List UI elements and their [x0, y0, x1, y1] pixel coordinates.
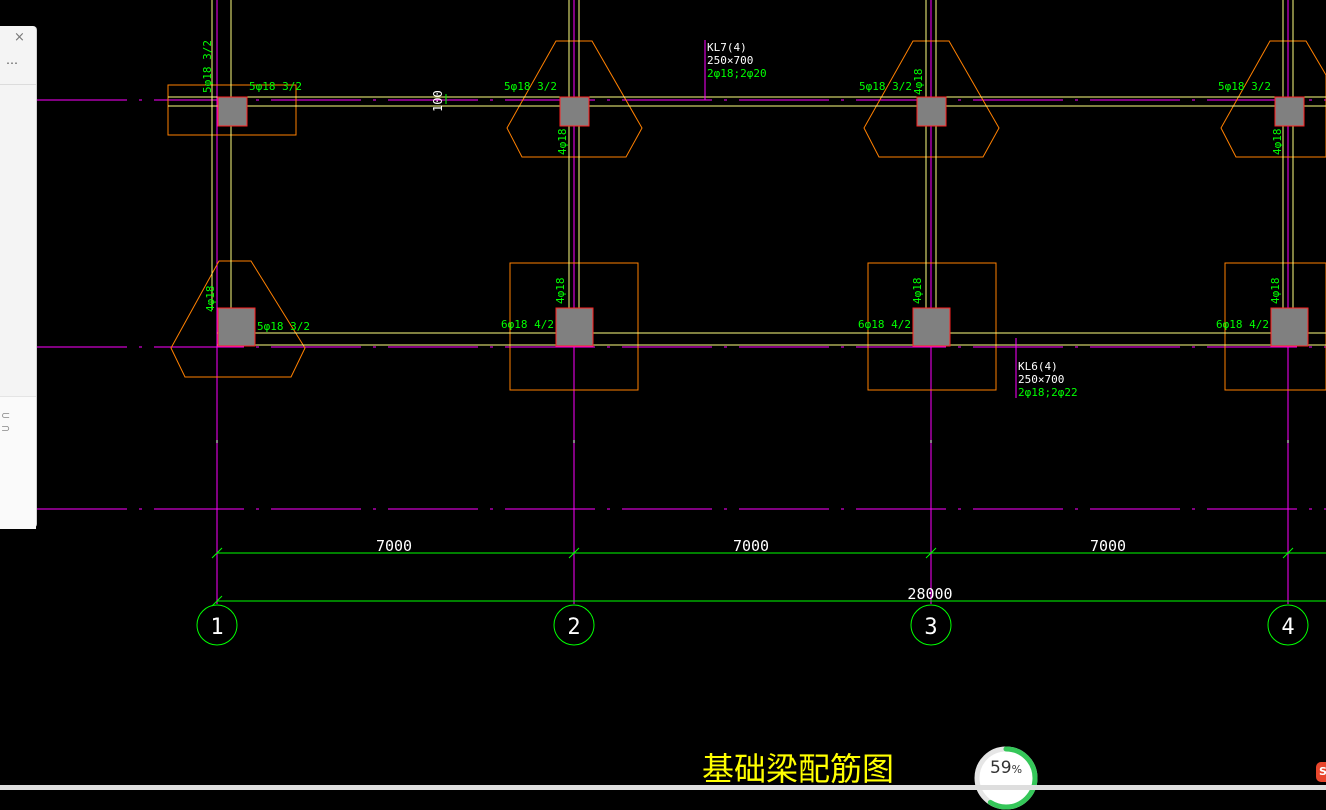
beam-size-kl6: 250×700	[1018, 373, 1064, 386]
column-b4[interactable]	[1270, 307, 1309, 347]
drawing-title: 基础梁配筋图	[702, 750, 894, 788]
col-rebar-b4: 4φ18	[1269, 278, 1282, 305]
column-a2[interactable]	[559, 96, 590, 127]
rebar-label-a1: 5φ18 3/2	[249, 80, 302, 93]
column-b3[interactable]	[912, 307, 951, 347]
axis-bubble-label: 2	[567, 615, 580, 640]
dimension-text-1: 7000	[376, 537, 412, 555]
side-panel: × ⋯ ⊂ ⊃	[0, 26, 37, 529]
rebar-label-a1-vertical: 5φ18 3/2	[201, 40, 214, 93]
column-a1[interactable]	[217, 96, 248, 127]
status-strip	[0, 785, 1326, 790]
close-icon[interactable]: ×	[14, 30, 25, 45]
column-b1[interactable]	[217, 307, 256, 347]
col-rebar-b3: 4φ18	[911, 278, 924, 305]
col-rebar-a3: 4φ18	[912, 69, 925, 96]
axis-bubble-label: 4	[1281, 615, 1294, 640]
beam-rebar-kl7: 2φ18;2φ20	[707, 67, 767, 80]
dimension-text-3: 7000	[1090, 537, 1126, 555]
beam-rebar-kl6: 2φ18;2φ22	[1018, 386, 1078, 399]
more-options-icon[interactable]: ⋯	[6, 56, 19, 70]
col-rebar-a2: 4φ18	[556, 129, 569, 156]
rebar-label-a3: 5φ18 3/2	[859, 80, 912, 93]
axis-bubble-label: 3	[924, 615, 937, 640]
col-rebar-a4: 4φ18	[1271, 129, 1284, 156]
cad-drawing-canvas[interactable]: 5φ18 3/2 5φ18 3/2 5φ18 3/2 5φ18 3/2 5φ18…	[0, 0, 1326, 790]
column-a3[interactable]	[916, 96, 947, 127]
dimension-text-total: 28000	[907, 585, 952, 603]
column-b2[interactable]	[555, 307, 594, 347]
column-a4[interactable]	[1274, 96, 1305, 127]
progress-widget[interactable]: 59%	[974, 746, 1038, 810]
rebar-label-b2: 6φ18 4/2	[501, 318, 554, 331]
rebar-label-a4: 5φ18 3/2	[1218, 80, 1271, 93]
beam-name-kl6: KL6(4)	[1018, 360, 1058, 373]
rebar-label-a2: 5φ18 3/2	[504, 80, 557, 93]
rebar-label-b3: 6φ18 4/2	[858, 318, 911, 331]
progress-ring	[974, 746, 1038, 810]
dimension-text-2: 7000	[733, 537, 769, 555]
rebar-label-b1: 5φ18 3/2	[257, 320, 310, 333]
col-rebar-b2: 4φ18	[554, 278, 567, 305]
link-icon[interactable]: ⊂ ⊃	[1, 409, 10, 435]
axis-bubble-label: 1	[210, 615, 223, 640]
beam-size-kl7: 250×700	[707, 54, 753, 67]
corner-app-badge[interactable]: S	[1316, 762, 1326, 782]
dimension-100: 100	[431, 90, 445, 112]
rebar-label-b4: 6φ18 4/2	[1216, 318, 1269, 331]
side-panel-divider	[0, 84, 36, 85]
col-rebar-b1: 4φ18	[204, 286, 217, 313]
beam-name-kl7: KL7(4)	[707, 41, 747, 54]
progress-label: 59%	[989, 758, 1023, 778]
